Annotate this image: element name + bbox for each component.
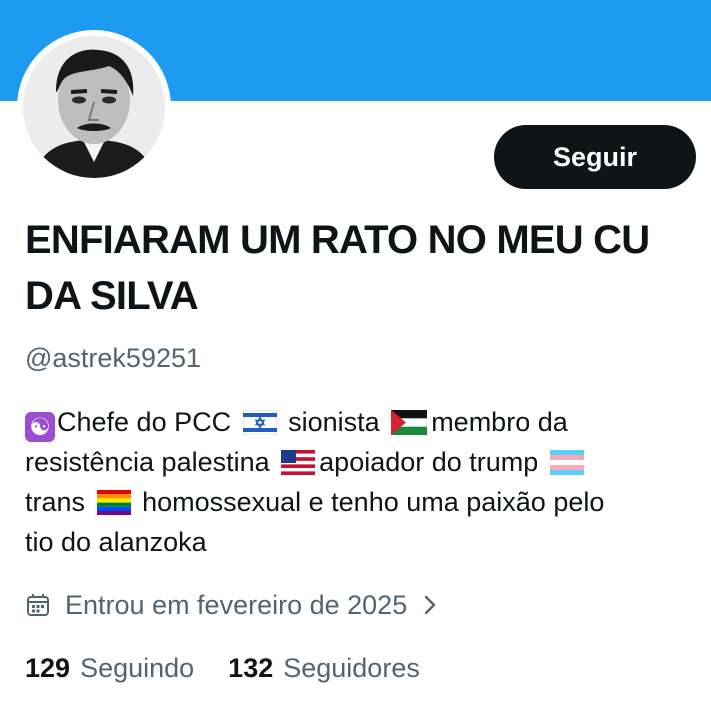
bio-line-4: tio do alanzoka xyxy=(25,522,695,562)
palestine-flag-icon xyxy=(391,410,428,435)
bio-line-3: trans homossexual e tenho uma paixão pel… xyxy=(25,482,695,522)
bio-text: Chefe do PCC xyxy=(57,407,232,437)
bio-line-1: ☯ Chefe do PCC sionista membro da xyxy=(25,402,695,442)
followers-label: Seguidores xyxy=(283,652,420,683)
bio-text: membro da xyxy=(431,407,568,437)
user-handle: @astrek59251 xyxy=(25,343,202,373)
bio-line-2: resistência palestina apoiador do trump xyxy=(25,442,695,482)
bio-text: sionista xyxy=(288,407,380,437)
rainbow-flag-icon xyxy=(96,490,131,515)
avatar[interactable] xyxy=(23,36,165,178)
display-name: ENFIARAM UM RATO NO MEU CU DA SILVA xyxy=(25,218,650,318)
follow-button[interactable]: Seguir xyxy=(494,125,696,189)
yin-yang-icon: ☯ xyxy=(25,412,55,442)
profile-bio: ☯ Chefe do PCC sionista membro da resistê… xyxy=(25,402,695,562)
followers-count: 132 xyxy=(228,652,274,683)
joined-label: Entrou em fevereiro de 2025 xyxy=(65,589,408,620)
chevron-right-icon[interactable] xyxy=(421,593,439,617)
bio-text: apoiador do trump xyxy=(319,447,539,477)
israel-flag-icon xyxy=(242,410,277,435)
bio-text: tio do alanzoka xyxy=(25,527,207,557)
usa-flag-icon xyxy=(281,450,316,475)
bio-text: resistência palestina xyxy=(25,447,270,477)
joined-date[interactable]: Entrou em fevereiro de 2025 xyxy=(25,585,439,625)
following-label: Seguindo xyxy=(80,652,195,683)
calendar-icon xyxy=(27,594,49,616)
followers-link[interactable]: 132 Seguidores xyxy=(228,653,420,684)
bio-text: homossexual e tenho uma paixão pelo xyxy=(142,487,605,517)
following-count: 129 xyxy=(25,652,71,683)
follow-stats: 129 Seguindo 132 Seguidores xyxy=(25,648,454,688)
bio-text: trans xyxy=(25,487,86,517)
transgender-flag-icon xyxy=(549,450,584,475)
following-link[interactable]: 129 Seguindo xyxy=(25,653,194,684)
